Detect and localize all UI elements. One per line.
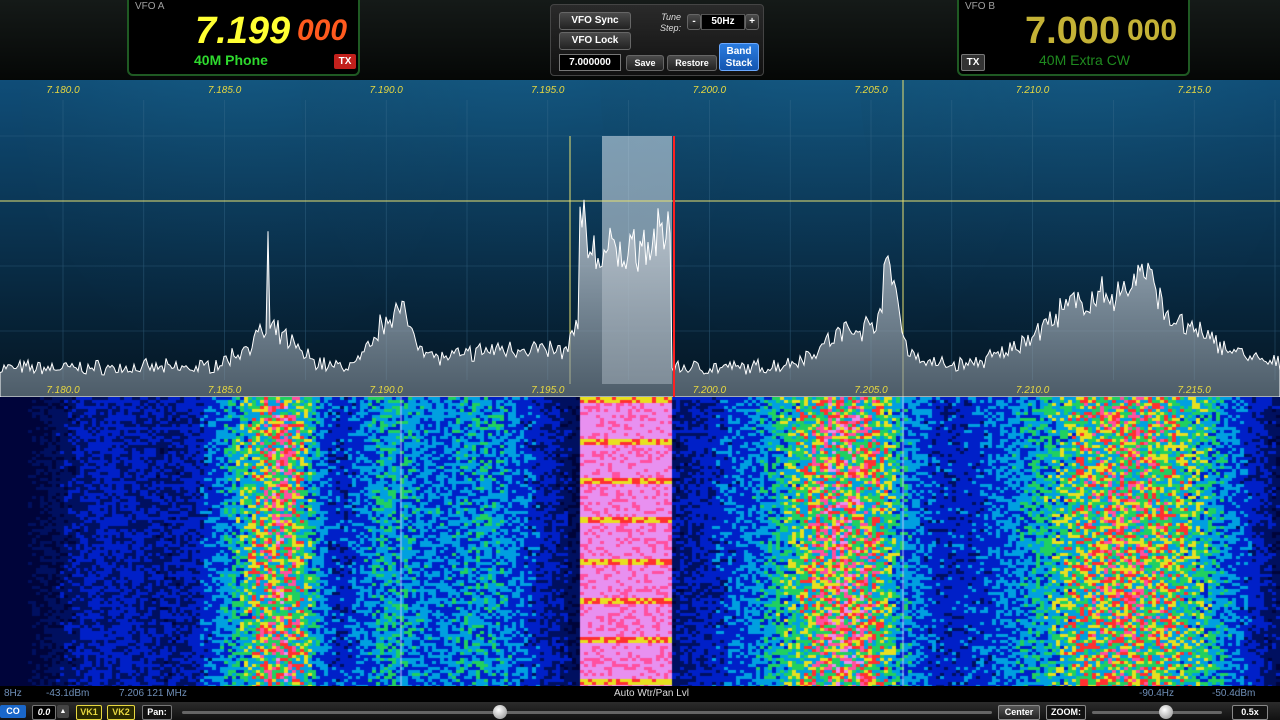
freq-tick-label: 7.195.0 (531, 385, 565, 396)
auto-level-label[interactable]: Auto Wtr/Pan Lvl (614, 688, 689, 699)
vfo-a-mode: 40M Phone (194, 52, 268, 68)
freq-tick-label: 7.210.0 (1016, 85, 1050, 96)
freq-tick-label: 7.195.0 (531, 85, 565, 96)
freq-tick-label: 7.200.0 (693, 85, 727, 96)
bottom-control-bar: CO 0.0 ▲ VK1 VK2 Pan: Center ZOOM: 0.5x (0, 702, 1280, 720)
vfo-a-frequency[interactable]: 7.199 (195, 10, 290, 53)
status-left-hz: 8Hz (4, 688, 22, 699)
zoom-value[interactable]: 0.5x (1232, 705, 1268, 720)
freq-tick-label: 7.205.0 (854, 85, 888, 96)
waterfall[interactable] (0, 397, 1280, 686)
freq-tick-label: 7.210.0 (1016, 385, 1050, 396)
waterfall-canvas (0, 397, 1280, 686)
freq-tick-label: 7.215.0 (1178, 85, 1212, 96)
tune-step-minus-button[interactable]: - (687, 14, 701, 30)
freq-tick-label: 7.185.0 (208, 385, 242, 396)
vfo-a-panel: VFO A 7.199 000 40M Phone TX (127, 0, 360, 76)
tune-step-label: Tune Step: (659, 12, 681, 33)
vfo-b-panel: VFO B 7.000 000 40M Extra CW TX (957, 0, 1190, 76)
freq-tick-label: 7.190.0 (370, 85, 404, 96)
band-stack-button[interactable]: Band Stack (719, 43, 759, 71)
vfo-sync-button[interactable]: VFO Sync (559, 12, 631, 30)
status-right-dbm: -50.4dBm (1212, 688, 1256, 699)
status-right-hz: -90.4Hz (1139, 688, 1175, 699)
pan-label: Pan: (142, 705, 172, 720)
save-button[interactable]: Save (626, 55, 664, 71)
vfo-b-tx-button[interactable]: TX (961, 54, 985, 71)
vfo-control-panel: VFO Sync VFO Lock Tune Step: - 50Hz + 7.… (550, 4, 764, 76)
status-bar: 8Hz -43.1dBm 7.206 121 MHz Auto Wtr/Pan … (0, 686, 1280, 702)
top-bar: VFO A 7.199 000 40M Phone TX VFO Sync VF… (0, 0, 1280, 80)
memory-frequency-field[interactable]: 7.000000 (559, 54, 621, 71)
status-cursor-frequency: 7.206 121 MHz (119, 688, 187, 699)
pan-slider-track[interactable] (182, 711, 992, 714)
pan-slider-thumb[interactable] (493, 705, 507, 719)
freq-tick-label: 7.205.0 (854, 385, 888, 396)
offset-field[interactable]: 0.0 (32, 705, 56, 720)
zoom-slider-track[interactable] (1092, 711, 1222, 714)
freq-tick-label: 7.215.0 (1178, 385, 1212, 396)
co-button[interactable]: CO (0, 705, 26, 718)
vfo-b-mode: 40M Extra CW (1039, 52, 1131, 68)
freq-tick-label: 7.200.0 (693, 385, 727, 396)
status-dbm: -43.1dBm (46, 688, 90, 699)
vk1-button[interactable]: VK1 (76, 705, 102, 720)
freq-tick-label: 7.180.0 (46, 85, 80, 96)
vfo-b-frequency-fine[interactable]: 000 (1127, 14, 1177, 48)
freq-tick-label: 7.190.0 (370, 385, 404, 396)
freq-tick-label: 7.180.0 (46, 385, 80, 396)
vfo-b-label: VFO B (965, 1, 996, 12)
panadapter[interactable]: 7.180.0 7.185.0 7.190.0 7.195.0 7.200.0 7.205… (0, 80, 1280, 397)
vfo-a-tx-button[interactable]: TX (334, 54, 356, 69)
zoom-slider-thumb[interactable] (1159, 705, 1173, 719)
vfo-lock-button[interactable]: VFO Lock (559, 32, 631, 50)
offset-spinner[interactable]: ▲ (57, 705, 69, 718)
tune-step-value[interactable]: 50Hz (701, 14, 745, 30)
restore-button[interactable]: Restore (667, 55, 717, 71)
zoom-label: ZOOM: (1046, 705, 1086, 720)
center-button[interactable]: Center (998, 705, 1040, 720)
freq-tick-label: 7.185.0 (208, 85, 242, 96)
vfo-a-frequency-fine[interactable]: 000 (297, 14, 347, 48)
panadapter-display: 7.180.0 7.185.0 7.190.0 7.195.0 7.200.0 7.205… (0, 80, 1280, 397)
vfo-a-label: VFO A (135, 1, 165, 12)
tune-step-plus-button[interactable]: + (745, 14, 759, 30)
vk2-button[interactable]: VK2 (107, 705, 135, 720)
vfo-b-frequency[interactable]: 7.000 (1025, 10, 1120, 53)
